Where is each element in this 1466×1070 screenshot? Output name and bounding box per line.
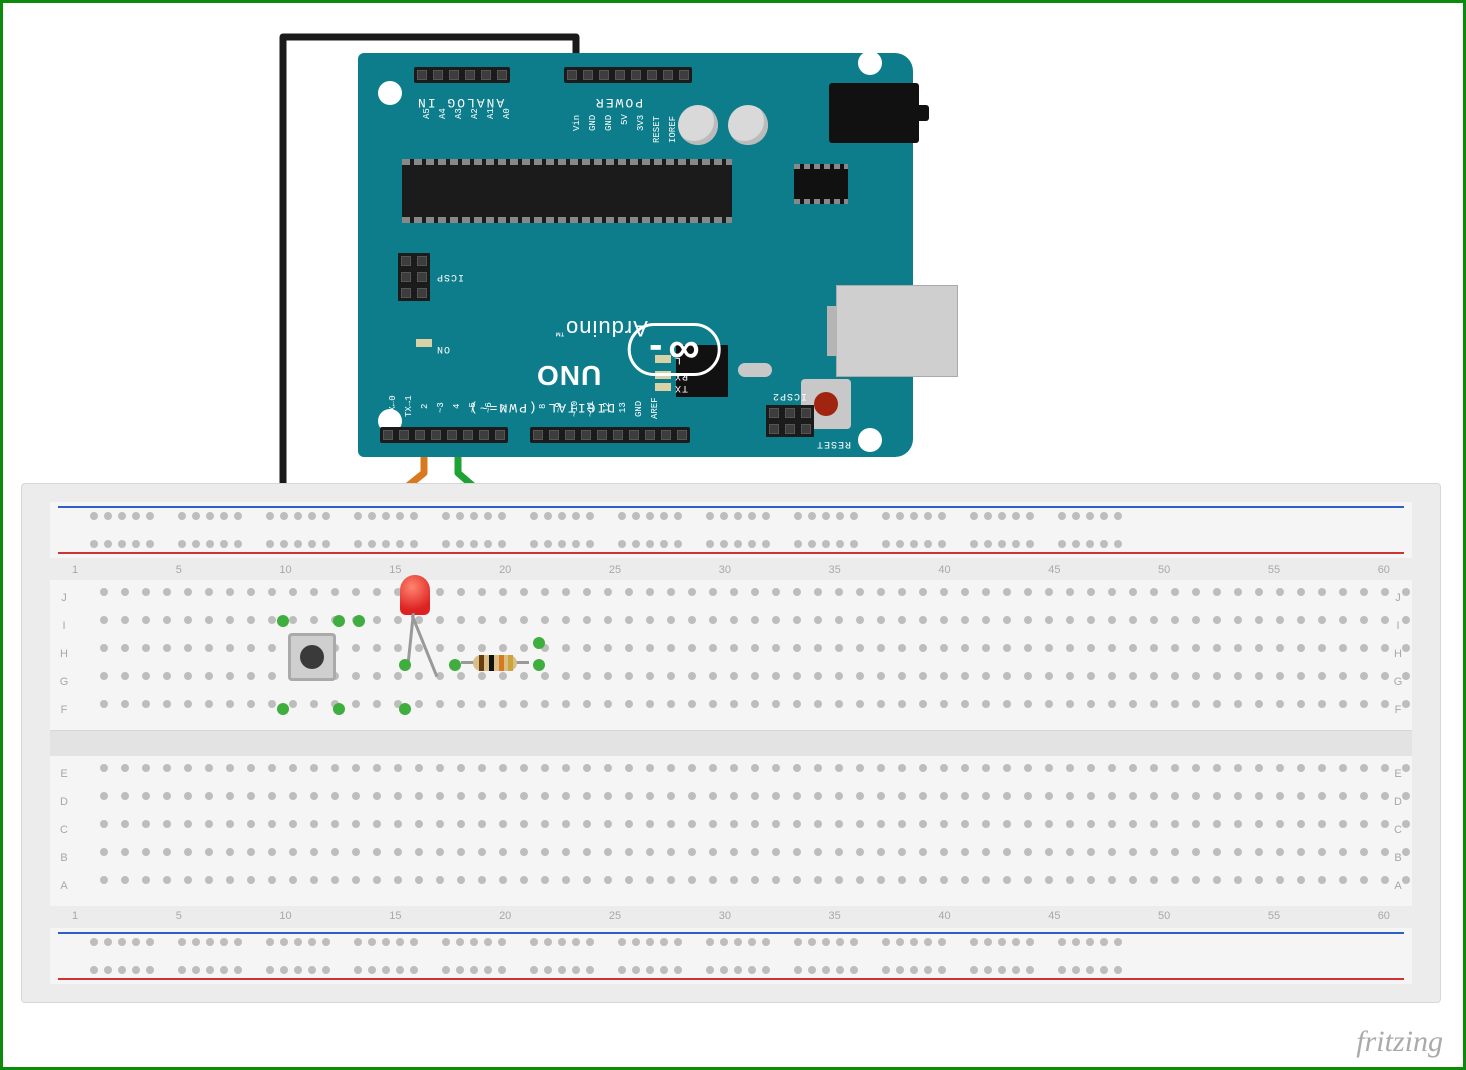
pin-gnd1: GND <box>588 115 598 131</box>
pin-tx1: TX→1 <box>404 395 414 417</box>
diagram-canvas: ∞- ANALOG IN POWER DIGITAL (PWM=~) UNO A… <box>0 0 1466 1070</box>
arduino-uno-board: ∞- ANALOG IN POWER DIGITAL (PWM=~) UNO A… <box>358 53 913 457</box>
resistor-10k <box>461 655 529 671</box>
row-labels-lower-right: EDCBA <box>1388 760 1408 900</box>
icsp2-label: ICSP2 <box>772 390 807 401</box>
pin-a4: A4 <box>438 108 448 119</box>
pin-a0: A0 <box>502 108 512 119</box>
red-led <box>400 575 430 615</box>
column-labels-top: 151015202530354045505560 <box>72 564 1390 576</box>
hotspot <box>533 637 545 649</box>
voltage-regulator <box>794 169 848 199</box>
pin-7: 7 <box>500 404 510 409</box>
pin-aref: AREF <box>650 397 660 419</box>
pin-8: 8 <box>538 404 548 409</box>
pin-5: ~5 <box>468 402 478 413</box>
digital-header-right <box>530 427 690 443</box>
hotspot <box>399 703 411 715</box>
icsp-header <box>398 253 430 301</box>
column-labels-bottom: 151015202530354045505560 <box>72 910 1390 922</box>
analog-in-header <box>414 67 510 83</box>
capacitor-1 <box>678 105 718 145</box>
power-rail-bottom <box>50 928 1412 984</box>
hotspot <box>399 659 411 671</box>
row-labels-upper-left: JIHGF <box>54 584 74 724</box>
crystal-oscillator <box>738 363 772 377</box>
pin-13: 13 <box>618 402 628 413</box>
tie-point-area-lower <box>50 756 1412 906</box>
pin-3v3: 3V3 <box>636 115 646 131</box>
pin-a5: A5 <box>422 108 432 119</box>
pin-vin: Vin <box>572 115 582 131</box>
pin-a3: A3 <box>454 108 464 119</box>
pin-11: ~11 <box>586 401 596 417</box>
tie-point-area-upper <box>50 580 1412 730</box>
hotspot <box>277 703 289 715</box>
hotspot <box>333 703 345 715</box>
on-led <box>416 339 432 347</box>
pin-9: ~9 <box>554 402 564 413</box>
on-led-label: ON <box>436 343 450 354</box>
pin-2: 2 <box>420 404 430 409</box>
pin-10: ~10 <box>570 401 580 417</box>
l-led-label: L <box>674 354 681 365</box>
breadboard: 151015202530354045505560 151015202530354… <box>21 483 1441 1003</box>
pin-5v: 5V <box>620 114 630 125</box>
pin-6: ~6 <box>484 402 494 413</box>
pin-3: ~3 <box>436 402 446 413</box>
atmega328-dip <box>402 159 732 223</box>
pin-reset: RESET <box>652 116 662 143</box>
hotspot <box>353 615 365 627</box>
pin-a1: A1 <box>486 108 496 119</box>
icsp2-header <box>766 405 814 437</box>
icsp-label: ICSP <box>436 271 464 282</box>
capacitor-2 <box>728 105 768 145</box>
hotspot <box>533 659 545 671</box>
tx-led-label: TX <box>674 382 688 393</box>
fritzing-watermark: fritzing <box>1356 1025 1443 1059</box>
board-model: UNO <box>536 359 601 391</box>
reset-label: RESET <box>816 438 851 449</box>
pin-rx0: RX←0 <box>388 395 398 417</box>
pin-4: 4 <box>452 404 462 409</box>
pin-gnd3: GND <box>634 401 644 417</box>
row-labels-upper-right: JIHGF <box>1388 584 1408 724</box>
pin-gnd2: GND <box>604 115 614 131</box>
rx-led-label: RX <box>674 370 688 381</box>
pin-a2: A2 <box>470 108 480 119</box>
hotspot <box>277 615 289 627</box>
power-header <box>564 67 692 83</box>
breadboard-center-gap <box>50 730 1412 758</box>
usb-b-port <box>836 285 958 377</box>
hotspot <box>449 659 461 671</box>
pin-ioref: IOREF <box>668 116 678 143</box>
dc-barrel-jack <box>829 83 919 143</box>
power-label: POWER <box>594 95 643 110</box>
hotspot <box>333 615 345 627</box>
push-button <box>288 633 336 681</box>
power-rail-top <box>50 502 1412 558</box>
tx-led <box>655 383 671 391</box>
pin-12: 12 <box>602 402 612 413</box>
row-labels-lower-left: EDCBA <box>54 760 74 900</box>
board-brand: Arduino™ <box>554 315 648 341</box>
digital-header-left <box>380 427 508 443</box>
